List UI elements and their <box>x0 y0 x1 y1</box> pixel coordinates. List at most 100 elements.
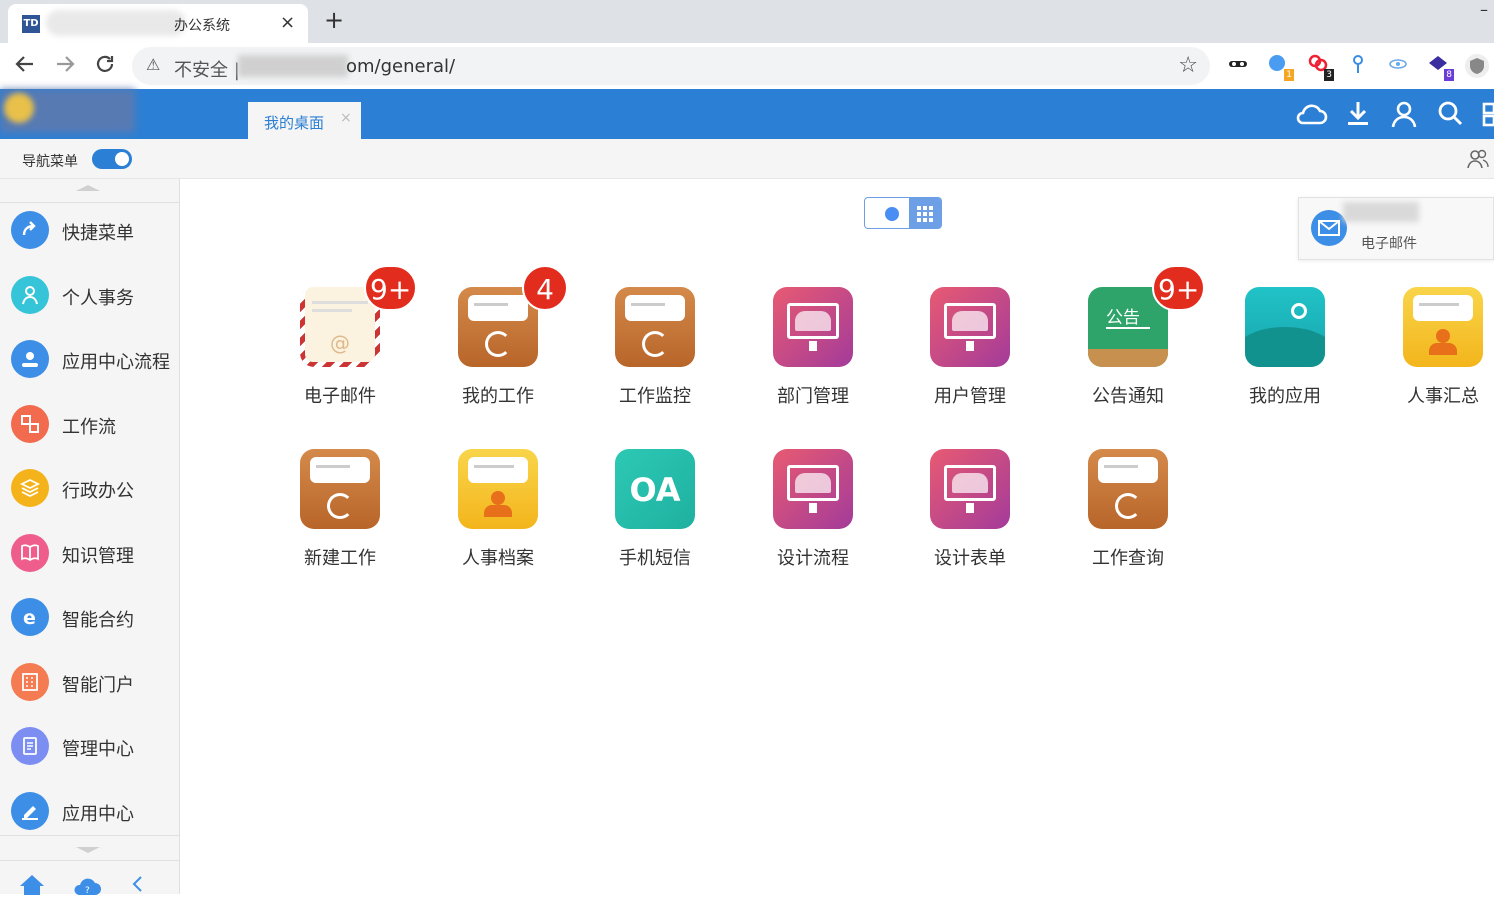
scroll-up-arrow-icon[interactable] <box>76 185 100 191</box>
app-label: 人事汇总 <box>1407 386 1479 407</box>
url-bar[interactable]: ⚠ 不安全 | om/general/ ☆ <box>132 47 1210 85</box>
list-view-dot-icon[interactable] <box>885 207 899 221</box>
app-label: 新建工作 <box>304 548 376 569</box>
purple-ext-icon[interactable]: 8 <box>1426 53 1454 81</box>
incognito-ext-icon[interactable] <box>1226 53 1250 77</box>
sidebar-item-quick-menu[interactable]: 快捷菜单 <box>0 199 180 261</box>
browser-e-icon: e <box>11 598 49 636</box>
app-my-work[interactable]: 我的工作 4 <box>438 265 568 417</box>
redacted-domain <box>238 55 348 77</box>
browser-tab-strip: TD 办公系统 × + – <box>0 0 1494 43</box>
forward-arrow-icon[interactable] <box>54 53 76 81</box>
collapse-sidebar-icon[interactable] <box>130 873 144 899</box>
svg-text:e: e <box>23 607 36 627</box>
app-user-management[interactable]: 用户管理 <box>910 287 1030 417</box>
notification-label: 电子邮件 <box>1361 236 1417 252</box>
redacted-sender <box>1343 202 1419 222</box>
app-work-query[interactable]: 工作查询 <box>1068 449 1188 579</box>
tab-my-desktop[interactable]: 我的桌面 × <box>248 102 361 139</box>
sidebar-item-knowledge[interactable]: 知识管理 <box>0 522 180 584</box>
online-users-icon[interactable] <box>1466 147 1490 171</box>
meeting-screen-icon <box>930 287 1010 367</box>
person-icon <box>11 276 49 314</box>
app-label: 电子邮件 <box>304 386 376 407</box>
sidebar-item-label: 应用中心流程 <box>62 352 170 373</box>
sidebar-item-personal-affairs[interactable]: 个人事务 <box>0 264 180 326</box>
warning-triangle-icon: ⚠ <box>146 55 161 74</box>
grid-icon[interactable] <box>1482 99 1494 129</box>
scroll-down-arrow-icon[interactable] <box>76 847 100 853</box>
app-new-work[interactable]: 新建工作 <box>280 449 400 579</box>
app-design-form[interactable]: 设计表单 <box>910 449 1030 579</box>
home-icon[interactable] <box>18 873 46 899</box>
address-toolbar: ⚠ 不安全 | om/general/ ☆ 1 3 8 <box>0 43 1494 89</box>
unread-count-badge: 9+ <box>1152 265 1206 311</box>
tab-close-icon[interactable]: × <box>280 12 295 33</box>
sidebar-item-label: 行政办公 <box>62 481 134 502</box>
blue-ext-icon[interactable]: 1 <box>1266 53 1294 81</box>
sidebar-item-smart-portal[interactable]: 智能门户 <box>0 651 180 713</box>
app-department-management[interactable]: 部门管理 <box>753 287 873 417</box>
app-hr-summary[interactable]: 人事汇总 <box>1383 287 1494 417</box>
app-announcement[interactable]: 公告 公告通知 9+ <box>1068 265 1206 417</box>
sidebar-item-app-center[interactable]: 应用中心 <box>0 780 180 842</box>
app-design-process[interactable]: 设计流程 <box>753 449 873 579</box>
sidebar-item-management-center[interactable]: 管理中心 <box>0 715 180 777</box>
nav-menu-toggle[interactable] <box>92 149 132 169</box>
app-label: 工作监控 <box>619 386 691 407</box>
meeting-screen-icon <box>930 449 1010 529</box>
sidebar-item-workflow[interactable]: 工作流 <box>0 393 180 455</box>
app-work-monitor[interactable]: 工作监控 <box>595 287 715 417</box>
meeting-screen-icon <box>773 287 853 367</box>
download-icon[interactable] <box>1344 99 1374 129</box>
sidebar-item-administration[interactable]: 行政办公 <box>0 457 180 519</box>
sidebar-item-label: 智能合约 <box>62 610 134 631</box>
user-icon[interactable] <box>1390 99 1420 129</box>
building-icon <box>11 663 49 701</box>
oa-icon: OA <box>615 449 695 529</box>
insecure-label: 不安全 | <box>174 60 240 81</box>
sidebar-footer: ? <box>0 860 180 896</box>
quick-menu-icon <box>11 211 49 249</box>
app-sms[interactable]: OA 手机短信 <box>595 449 715 579</box>
tab-label: 我的桌面 <box>264 114 325 132</box>
tab-close-icon[interactable]: × <box>340 110 352 126</box>
red-ext-icon[interactable]: 3 <box>1306 53 1334 81</box>
pin-ext-icon[interactable] <box>1346 53 1370 77</box>
sidebar-item-app-center-flow[interactable]: 应用中心流程 <box>0 328 180 390</box>
cloud-help-icon[interactable]: ? <box>72 875 102 899</box>
search-icon[interactable] <box>1436 99 1466 129</box>
bookmark-star-icon[interactable]: ☆ <box>1178 53 1198 78</box>
app-label: 部门管理 <box>777 386 849 407</box>
browser-tab[interactable]: TD 办公系统 × <box>8 4 308 43</box>
sidebar-item-label: 知识管理 <box>62 546 134 567</box>
app-email[interactable]: @ 电子邮件 9+ <box>280 265 418 417</box>
pencil-icon <box>11 792 49 830</box>
shield-ext-icon[interactable] <box>1464 53 1489 78</box>
sidebar-item-label: 智能门户 <box>62 675 134 696</box>
cloud-icon[interactable] <box>1294 99 1328 129</box>
email-notification[interactable]: 电子邮件 <box>1298 197 1494 260</box>
app-label: 工作查询 <box>1092 548 1164 569</box>
sidebar-item-label: 管理中心 <box>62 739 134 760</box>
company-logo[interactable] <box>0 89 140 139</box>
view-mode-switch[interactable] <box>864 197 942 229</box>
folder-refresh-icon <box>300 449 380 529</box>
sidebar-item-label: 个人事务 <box>62 288 134 309</box>
new-tab-button[interactable]: + <box>324 6 344 34</box>
app-label: 人事档案 <box>462 548 534 569</box>
window-minimize-button[interactable]: – <box>1480 0 1488 19</box>
eye-ext-icon[interactable] <box>1386 53 1410 77</box>
app-header: 我的桌面 × <box>0 89 1494 139</box>
app-hr-archive[interactable]: 人事档案 <box>438 449 558 579</box>
folder-refresh-icon <box>615 287 695 367</box>
app-label: 手机短信 <box>619 548 691 569</box>
app-my-apps[interactable]: 我的应用 <box>1225 287 1345 417</box>
sidebar-item-smart-contract[interactable]: e 智能合约 <box>0 586 180 648</box>
reload-icon[interactable] <box>94 53 116 81</box>
back-arrow-icon[interactable] <box>14 53 36 81</box>
grid-view-icon[interactable] <box>909 198 941 228</box>
meeting-screen-icon <box>773 449 853 529</box>
layers-icon <box>11 469 49 507</box>
person-folder-icon <box>458 449 538 529</box>
